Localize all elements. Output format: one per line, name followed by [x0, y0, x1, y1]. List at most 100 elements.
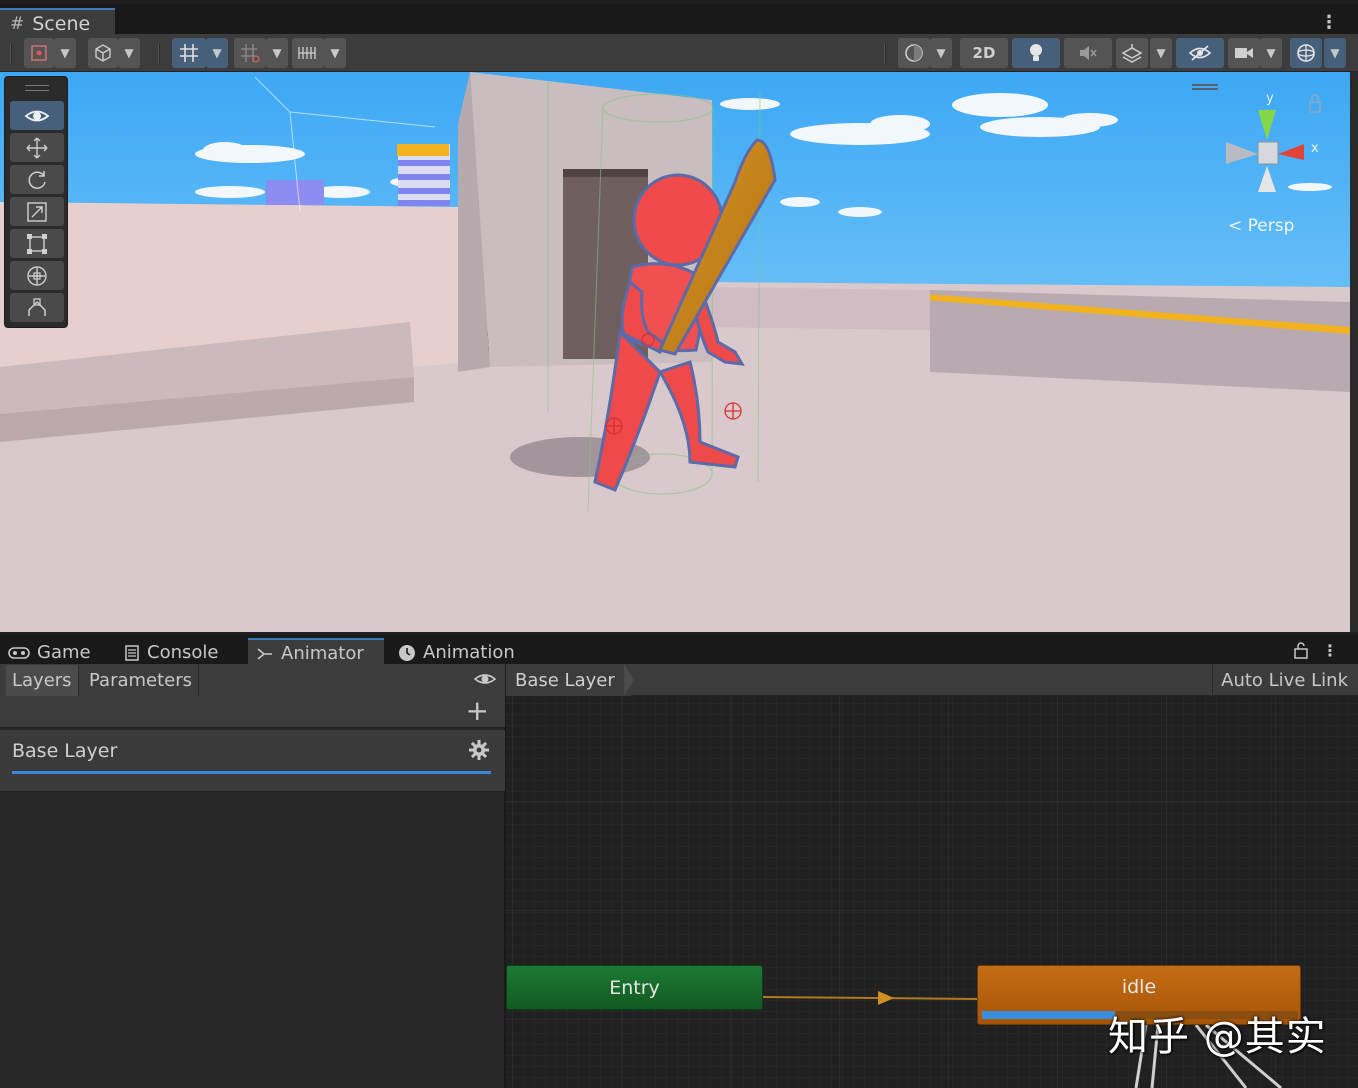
snap-dropdown-caret[interactable]: ▼ — [266, 38, 288, 68]
breadcrumb-separator — [624, 664, 634, 696]
perspective-toggle[interactable]: < Persp — [1228, 216, 1294, 236]
tab-animation[interactable]: Animation — [390, 638, 527, 667]
layers-parameters-tabs: Layers Parameters — [0, 664, 505, 696]
rotation-dropdown-caret[interactable]: ▼ — [118, 38, 140, 68]
eye-hidden-icon — [1188, 45, 1212, 61]
scene-visibility-toggle[interactable] — [1176, 38, 1224, 68]
gizmo-lock-icon[interactable] — [1309, 94, 1321, 113]
toggle-2d-button[interactable]: 2D — [960, 38, 1008, 68]
toolbar-separator — [158, 44, 160, 64]
move-arrows-icon — [26, 137, 48, 158]
effects-dropdown-caret[interactable]: ▼ — [1150, 38, 1172, 68]
console-icon — [125, 644, 139, 661]
tool-handle-position-button[interactable] — [24, 38, 54, 68]
toolbar-separator — [884, 44, 886, 64]
tab-animation-label: Animation — [423, 642, 515, 663]
gizmos-dropdown-caret[interactable]: ▼ — [1324, 38, 1346, 68]
scene-tab-label: Scene — [32, 13, 91, 35]
transform-gizmo-icon — [27, 265, 47, 286]
animator-icon — [257, 647, 272, 660]
increment-snap-button[interactable] — [292, 38, 324, 68]
bottom-more-menu-icon[interactable]: ⋮ — [1322, 641, 1338, 660]
breadcrumb[interactable]: Base Layer — [506, 664, 631, 696]
snap-increment-button[interactable] — [234, 38, 266, 68]
grid-dropdown-caret[interactable]: ▼ — [206, 38, 228, 68]
gamepad-icon — [8, 646, 30, 659]
tab-animator-label: Animator — [281, 643, 364, 664]
scene-camera-button[interactable] — [1228, 38, 1260, 68]
palette-drag-handle[interactable] — [25, 85, 49, 91]
tool-palette — [4, 76, 68, 328]
tab-console[interactable]: Console — [116, 638, 230, 667]
scale-icon — [27, 201, 47, 222]
graph-header: Base Layer Auto Live Link — [506, 664, 1358, 696]
pivot-dropdown-caret[interactable]: ▼ — [54, 38, 76, 68]
tool-handle-rotation-button[interactable] — [88, 38, 118, 68]
toolbar-separator — [10, 44, 12, 64]
rect-tool-button[interactable] — [10, 229, 64, 258]
add-layer-row: + — [0, 696, 505, 728]
axis-x-label: x — [1311, 141, 1319, 156]
rotate-icon — [28, 170, 46, 189]
transform-tool-button[interactable] — [10, 261, 64, 290]
add-layer-button[interactable]: + — [466, 696, 489, 726]
camera-icon — [1235, 48, 1253, 58]
entry-state-label: Entry — [609, 976, 660, 999]
scene-viewport[interactable] — [0, 72, 1350, 632]
scene-audio-toggle[interactable] — [1064, 38, 1112, 68]
grid-icon — [180, 44, 198, 62]
layer-name: Base Layer — [12, 740, 118, 762]
tab-layers[interactable]: Layers — [6, 665, 79, 696]
tab-animator[interactable]: Animator — [248, 638, 384, 667]
scene-effects-button[interactable] — [1116, 38, 1148, 68]
lock-icon[interactable] — [1294, 641, 1308, 659]
persp-label-text: Persp — [1247, 216, 1295, 236]
draw-mode-dropdown-caret[interactable]: ▼ — [930, 38, 952, 68]
scene-lighting-toggle[interactable] — [1012, 38, 1060, 68]
cube-icon — [95, 44, 111, 62]
bottom-panel-icons: ⋮ — [1294, 641, 1338, 660]
move-tool-button[interactable] — [10, 133, 64, 162]
camera-dropdown-caret[interactable]: ▼ — [1260, 38, 1282, 68]
entry-state-node[interactable]: Entry — [506, 965, 763, 1010]
ruler-icon — [298, 47, 316, 59]
gizmos-toggle-button[interactable] — [1290, 38, 1322, 68]
gear-icon[interactable] — [469, 740, 489, 760]
watermark-text: 知乎 @其实 — [1108, 1014, 1327, 1060]
clock-icon — [399, 644, 415, 661]
layer-weight-bar — [12, 771, 491, 774]
grid-hash-icon: # — [10, 14, 25, 34]
view-tool-button[interactable] — [10, 101, 64, 130]
transition-arrow[interactable] — [878, 991, 894, 1005]
audio-muted-icon — [1080, 46, 1097, 60]
lightbulb-icon — [1030, 44, 1042, 61]
layers-effects-icon — [1121, 44, 1143, 63]
eye-icon[interactable] — [473, 670, 497, 688]
tab-game[interactable]: Game — [0, 638, 103, 667]
increment-dropdown-caret[interactable]: ▼ — [324, 38, 346, 68]
custom-tool-button[interactable] — [10, 293, 64, 322]
draw-mode-button[interactable] — [898, 38, 930, 68]
tab-game-label: Game — [37, 642, 91, 663]
scene-tab-bar: # Scene ⋮ — [0, 0, 1358, 38]
animator-layers-pane: Layers Parameters + Base Layer — [0, 664, 505, 1088]
pivot-icon — [31, 45, 47, 61]
scene-more-menu-icon[interactable]: ⋮ — [1320, 12, 1338, 33]
grid-toggle-button[interactable] — [172, 38, 206, 68]
rotate-tool-button[interactable] — [10, 165, 64, 194]
idle-state-label: idle — [1121, 976, 1157, 998]
gizmo-sphere-icon — [1297, 44, 1315, 62]
eye-icon — [24, 110, 50, 121]
viewport-scroll-edge — [1350, 72, 1358, 632]
tab-console-label: Console — [147, 642, 219, 663]
scale-tool-button[interactable] — [10, 197, 64, 226]
bottom-tab-bar: Game Console Animator Animation ⋮ — [0, 632, 1358, 667]
scene-render — [0, 72, 1350, 632]
idle-progress-fill — [982, 1011, 1115, 1019]
tab-parameters[interactable]: Parameters — [83, 665, 200, 696]
layer-item[interactable]: Base Layer — [0, 730, 505, 792]
auto-live-link-toggle[interactable]: Auto Live Link — [1212, 664, 1350, 696]
snap-grid-icon — [241, 44, 260, 63]
scene-toolbar: ▼ ▼ ▼ ▼ ▼ ▼ 2D ▼ ▼ ▼ — [0, 34, 1358, 72]
axis-y-label: y — [1266, 91, 1274, 106]
